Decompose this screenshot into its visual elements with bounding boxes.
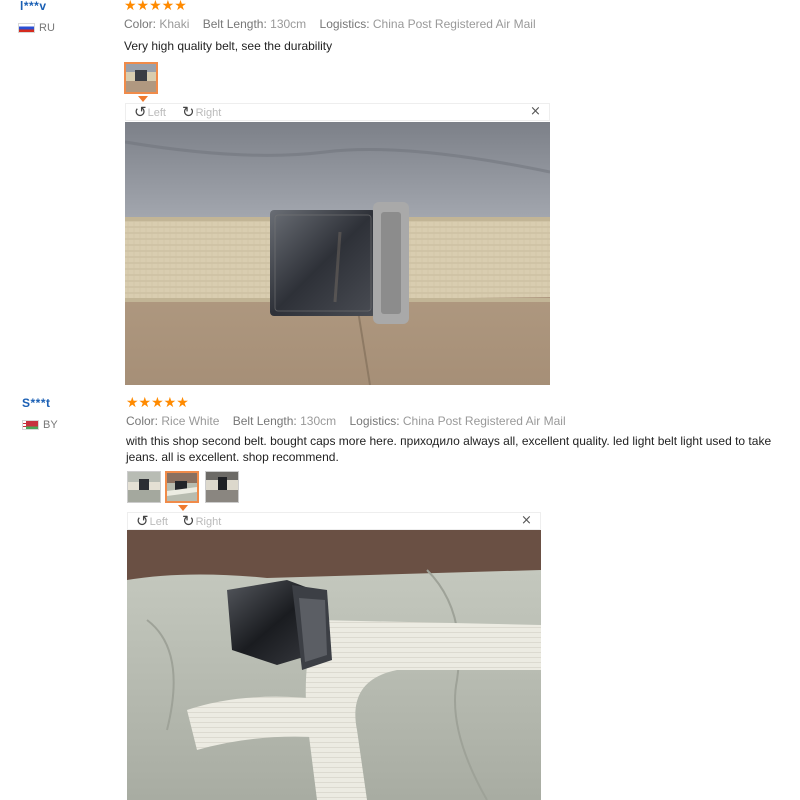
belt-photo-khaki	[125, 122, 550, 385]
thumbnail-image	[126, 64, 156, 92]
country-code: RU	[39, 22, 55, 34]
reviewer-name: S***t	[22, 396, 51, 410]
logistics-label: Logistics:	[319, 17, 370, 31]
color-label: Color:	[124, 17, 157, 31]
star-icon: ★★★★★	[126, 395, 189, 411]
logistics-value: China Post Registered Air Mail	[372, 17, 536, 31]
rotate-right-button[interactable]: ↻ Right	[182, 514, 221, 529]
active-thumbnail-indicator	[138, 96, 148, 102]
thumbnail-image	[128, 472, 160, 502]
close-icon: ×	[530, 104, 541, 119]
rotate-right-button[interactable]: ↻ Right	[182, 105, 221, 120]
image-viewer-toolbar: ↺ Left ↻ Right ×	[127, 512, 541, 530]
flag-ru-icon	[18, 23, 35, 33]
review-comment: with this shop second belt. bought caps …	[126, 434, 772, 464]
rotate-left-label: Left	[149, 515, 168, 528]
belt-length-label: Belt Length:	[232, 414, 297, 428]
color-value: Khaki	[159, 17, 190, 31]
belt-length-value: 130cm	[270, 17, 307, 31]
review-attributes: Color: Rice White Belt Length: 130cm Log…	[126, 414, 576, 428]
rating-stars: ★★★★★	[126, 396, 189, 410]
review-photo-large	[127, 530, 541, 800]
logistics-label: Logistics:	[349, 414, 400, 428]
reviewer-name: l***v	[20, 0, 47, 13]
rotate-right-label: Right	[195, 106, 222, 119]
active-thumbnail-indicator	[178, 505, 188, 511]
flag-by-icon	[22, 420, 39, 430]
belt-length-value: 130cm	[300, 414, 337, 428]
close-viewer-button[interactable]: ×	[530, 104, 541, 119]
rotate-left-button[interactable]: ↺ Left	[136, 514, 168, 529]
review-item: S***t BY ★★★★★ Color: Rice White Belt Le…	[0, 390, 800, 800]
image-viewer-toolbar: ↺ Left ↻ Right ×	[125, 103, 550, 121]
reviewer-country: BY	[22, 419, 58, 431]
review-photo-thumbnail[interactable]	[124, 62, 158, 94]
review-photo-thumbnail[interactable]	[205, 471, 239, 503]
logistics-value: China Post Registered Air Mail	[402, 414, 566, 428]
thumbnail-image	[206, 472, 238, 502]
rotate-left-button[interactable]: ↺ Left	[134, 105, 166, 120]
close-viewer-button[interactable]: ×	[521, 513, 532, 528]
review-item: l***v RU ★★★★★ Color: Khaki Belt Length:…	[0, 0, 800, 390]
rotate-right-icon: ↻	[182, 512, 195, 530]
review-attributes: Color: Khaki Belt Length: 130cm Logistic…	[124, 17, 546, 31]
color-label: Color:	[126, 414, 159, 428]
rating-stars: ★★★★★	[124, 0, 187, 13]
review-photo-large	[125, 122, 550, 385]
rotate-left-icon: ↺	[134, 103, 147, 121]
star-icon: ★★★★★	[124, 0, 187, 14]
review-photo-thumbnail[interactable]	[165, 471, 199, 503]
close-icon: ×	[521, 513, 532, 528]
rotate-left-icon: ↺	[136, 512, 149, 530]
country-code: BY	[43, 419, 58, 431]
rotate-right-icon: ↻	[182, 103, 195, 121]
rotate-left-label: Left	[147, 106, 166, 119]
belt-photo-rice-white	[127, 530, 541, 800]
review-comment: Very high quality belt, see the durabili…	[124, 39, 333, 53]
review-photo-thumbnail[interactable]	[127, 471, 161, 503]
thumbnail-image	[167, 473, 197, 501]
belt-length-label: Belt Length:	[202, 17, 267, 31]
rotate-right-label: Right	[195, 515, 222, 528]
reviewer-country: RU	[18, 22, 55, 34]
color-value: Rice White	[161, 414, 220, 428]
